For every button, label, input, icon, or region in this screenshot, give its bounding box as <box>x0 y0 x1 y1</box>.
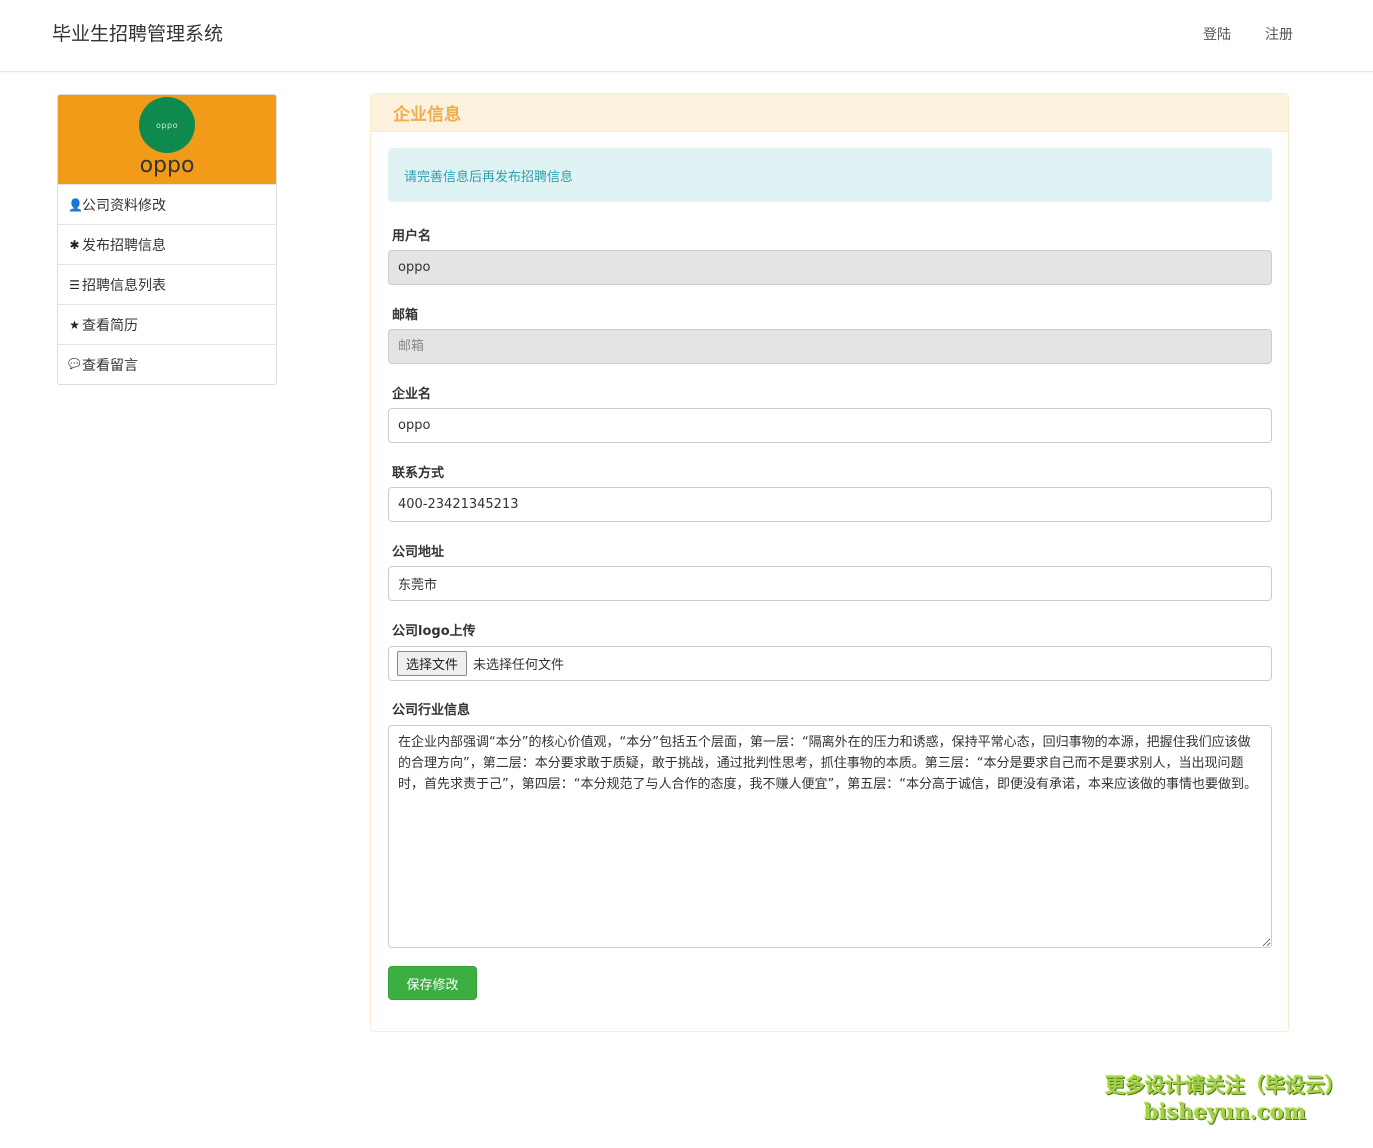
panel-title: 企业信息 <box>393 105 461 125</box>
star-icon: ★ <box>69 317 80 332</box>
top-navbar: 毕业生招聘管理系统 登陆 注册 <box>0 0 1373 72</box>
sidebar-item-label: 查看简历 <box>82 317 138 334</box>
sidebar-item-label: 公司资料修改 <box>82 197 166 214</box>
file-status-text: 未选择任何文件 <box>473 658 565 673</box>
email-label: 邮箱 <box>392 308 419 323</box>
company-logo-text: oppo <box>156 120 178 130</box>
company-profile: oppo oppo <box>58 95 276 184</box>
company-name-field[interactable] <box>388 408 1272 443</box>
company-info-panel: 企业信息 请完善信息后再发布招聘信息 用户名 邮箱 企业名 联系方式 公司地址 … <box>370 93 1289 1032</box>
contact-field[interactable] <box>388 487 1272 522</box>
username-label: 用户名 <box>392 229 432 244</box>
industry-label: 公司行业信息 <box>392 703 471 718</box>
comment-icon: 💬 <box>68 359 81 370</box>
user-icon: 👤 <box>68 197 83 212</box>
industry-textarea[interactable]: 在企业内部强调“本分”的核心价值观，“本分”包括五个层面，第一层：“隔离外在的压… <box>388 725 1272 948</box>
login-link[interactable]: 登陆 <box>1203 24 1231 44</box>
sidebar-item-view-resumes[interactable]: ★ 查看简历 <box>58 304 276 344</box>
info-alert: 请完善信息后再发布招聘信息 <box>388 148 1272 202</box>
logo-upload-field: 选择文件 未选择任何文件 <box>388 646 1272 681</box>
sidebar-item-label: 发布招聘信息 <box>82 237 166 254</box>
username-field <box>388 250 1272 285</box>
sidebar: oppo oppo 👤 公司资料修改 ✱ 发布招聘信息 ☰ 招聘信息列表 ★ 查… <box>57 94 277 385</box>
asterisk-icon: ✱ <box>69 237 80 252</box>
app-title[interactable]: 毕业生招聘管理系统 <box>52 19 223 46</box>
email-field <box>388 329 1272 364</box>
contact-label: 联系方式 <box>392 466 445 481</box>
watermark-line1: 更多设计请关注（毕设云） <box>1105 1073 1345 1097</box>
address-label: 公司地址 <box>392 545 445 560</box>
sidebar-item-label: 查看留言 <box>82 357 138 374</box>
save-button[interactable]: 保存修改 <box>388 966 477 1000</box>
list-icon: ☰ <box>69 277 80 292</box>
sidebar-item-label: 招聘信息列表 <box>82 277 166 294</box>
company-logo: oppo <box>139 97 195 153</box>
sidebar-item-post-job[interactable]: ✱ 发布招聘信息 <box>58 224 276 264</box>
watermark-line2: bisheyun.com <box>1143 1099 1307 1124</box>
panel-heading: 企业信息 <box>371 94 1288 132</box>
sidebar-item-edit-profile[interactable]: 👤 公司资料修改 <box>58 184 276 224</box>
company-name: oppo <box>139 153 195 178</box>
sidebar-item-job-list[interactable]: ☰ 招聘信息列表 <box>58 264 276 304</box>
address-field[interactable] <box>388 566 1272 601</box>
choose-file-button[interactable]: 选择文件 <box>397 651 468 676</box>
register-link[interactable]: 注册 <box>1265 24 1293 44</box>
watermark: 更多设计请关注（毕设云） bisheyun.com <box>1090 1071 1360 1125</box>
logo-upload-label: 公司logo上传 <box>392 624 476 639</box>
sidebar-item-view-messages[interactable]: 💬 查看留言 <box>58 344 276 384</box>
company-name-label: 企业名 <box>392 387 432 402</box>
